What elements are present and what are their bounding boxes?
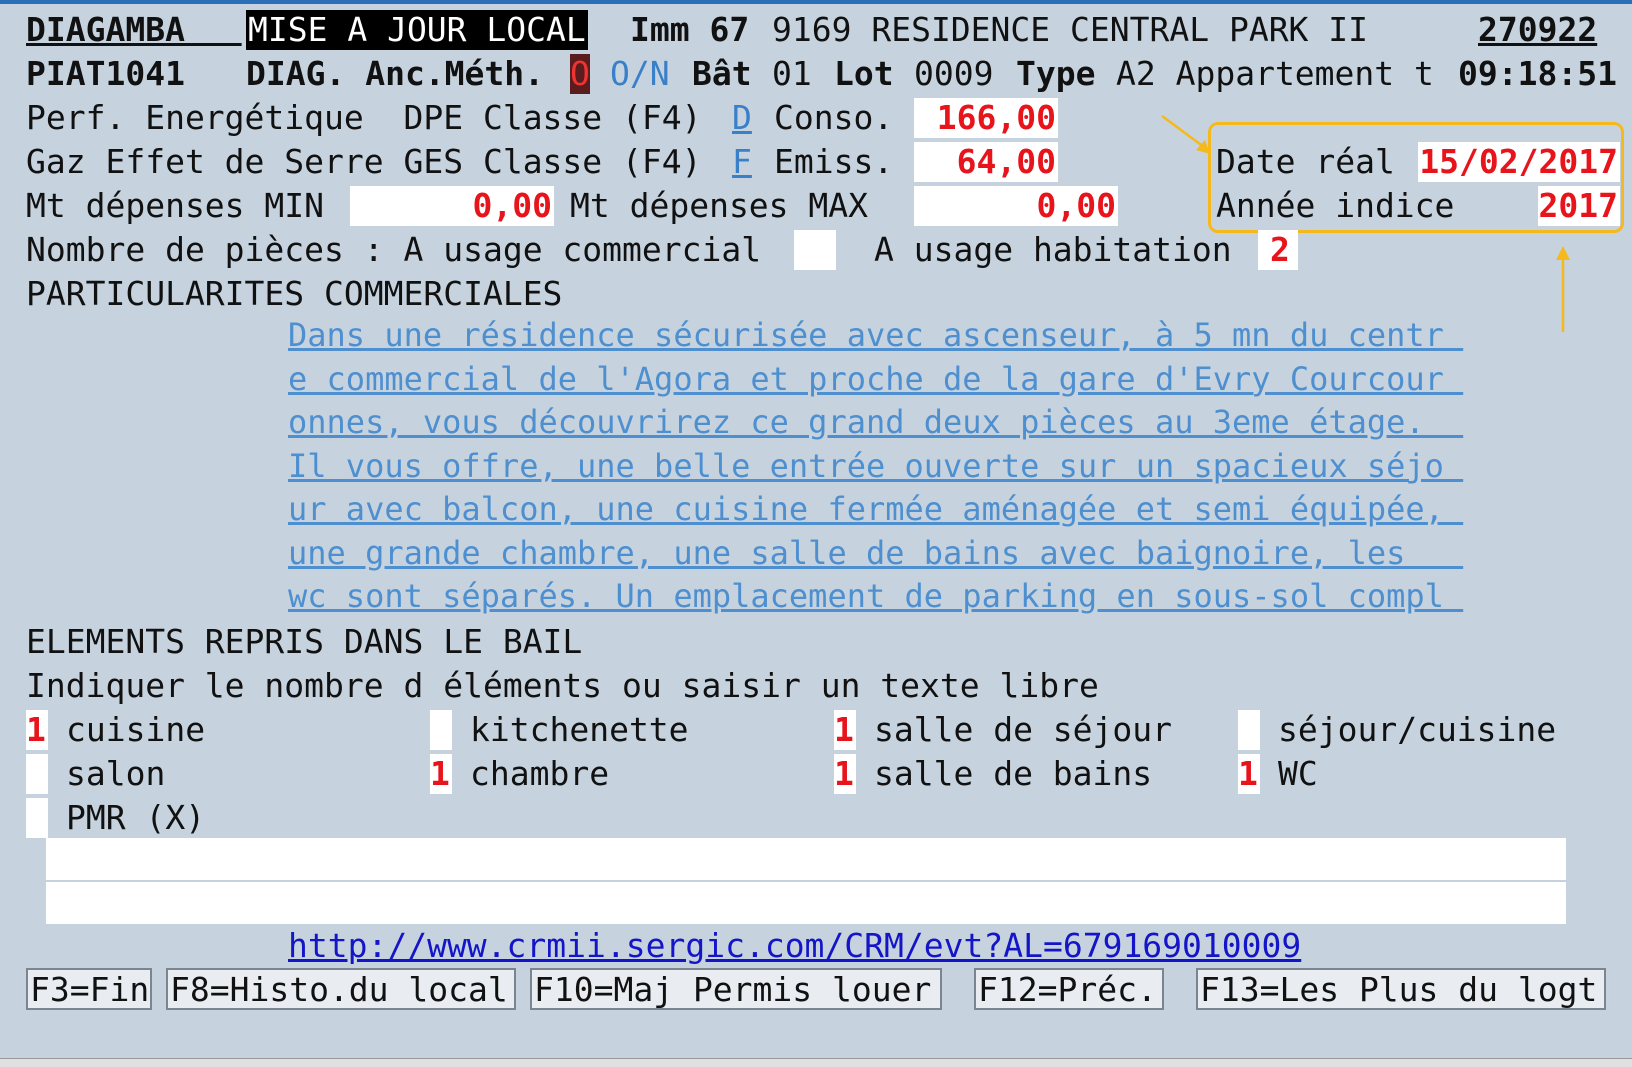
f8-history-button[interactable]: F8=Histo.du local bbox=[166, 968, 516, 1010]
diag-label: DIAG. Anc.Méth. bbox=[246, 54, 545, 93]
gaz-label: Gaz Effet de Serre GES Classe (F4) bbox=[26, 142, 702, 181]
perf-label: Perf. Energétique DPE Classe (F4) bbox=[26, 98, 702, 137]
text-line: Il vous offre, une belle entrée ouverte … bbox=[288, 446, 1464, 485]
program-underline bbox=[182, 10, 242, 50]
text-line: wc sont séparés. Un emplacement de parki… bbox=[288, 577, 1464, 615]
particularites-textarea[interactable]: Dans une résidence sécurisée avec ascens… bbox=[288, 314, 1524, 619]
type-value: A2 Appartement t bbox=[1116, 54, 1434, 93]
rooms-label: Nombre de pièces : A usage commercial bbox=[26, 230, 762, 269]
item-salle-bains-label: salle de bains bbox=[874, 754, 1153, 793]
qty-kitchenette-field[interactable] bbox=[430, 710, 452, 750]
f12-previous-button[interactable]: F12=Préc. bbox=[974, 968, 1164, 1010]
qty-cuisine-field[interactable]: 1 bbox=[26, 710, 48, 750]
text-line: onnes, vous découvrirez ce grand deux pi… bbox=[288, 403, 1464, 441]
lot-label: Lot bbox=[834, 54, 894, 93]
terminal-screen: { "header": { "program": "DIAGAMBA", "ti… bbox=[0, 0, 1632, 1067]
imm-value: 9169 RESIDENCE CENTRAL PARK II bbox=[772, 10, 1369, 49]
min-label: Mt dépenses MIN bbox=[26, 186, 325, 225]
item-wc-label: WC bbox=[1278, 754, 1318, 793]
bat-label: Bât bbox=[692, 54, 752, 93]
item-chambre-label: chambre bbox=[470, 754, 610, 793]
elements-heading: ELEMENTS REPRIS DANS LE BAIL bbox=[26, 622, 583, 661]
emiss-field[interactable]: 64,00 bbox=[914, 142, 1058, 182]
elements-instruction: Indiquer le nombre d éléments ou saisir … bbox=[26, 666, 1099, 705]
commercial-rooms-field[interactable] bbox=[794, 230, 836, 270]
text-line: ur avec balcon, une cuisine fermée aména… bbox=[288, 490, 1464, 528]
qty-sejour-cuisine-field[interactable] bbox=[1238, 710, 1260, 750]
habitation-label: A usage habitation bbox=[874, 230, 1232, 269]
diag-input[interactable]: O bbox=[570, 54, 590, 94]
header-code: 270922 bbox=[1478, 10, 1598, 49]
item-cuisine-label: cuisine bbox=[66, 710, 206, 749]
f3-exit-button[interactable]: F3=Fin bbox=[26, 968, 152, 1010]
item-salon-label: salon bbox=[66, 754, 166, 793]
conso-label: Conso. bbox=[774, 98, 894, 137]
text-line: Dans une résidence sécurisée avec ascens… bbox=[288, 316, 1464, 354]
qty-chambre-field[interactable]: 1 bbox=[430, 754, 452, 794]
date-real-label: Date réal bbox=[1216, 142, 1395, 181]
screen-id: PIAT1041 bbox=[26, 54, 185, 93]
annee-indice-field[interactable]: 2017 bbox=[1538, 186, 1620, 226]
f13-extras-button[interactable]: F13=Les Plus du logt bbox=[1196, 968, 1606, 1010]
bat-value: 01 bbox=[772, 54, 812, 93]
date-real-field[interactable]: 15/02/2017 bbox=[1418, 142, 1620, 182]
free-text-input-1[interactable] bbox=[46, 838, 1566, 881]
imm-label: Imm 67 bbox=[630, 10, 750, 49]
text-line: une grande chambre, une salle de bains a… bbox=[288, 533, 1464, 572]
item-kitchenette-label: kitchenette bbox=[470, 710, 689, 749]
free-text-input-2[interactable] bbox=[46, 882, 1566, 925]
particularites-heading: PARTICULARITES COMMERCIALES bbox=[26, 274, 563, 313]
habitation-rooms-field[interactable]: 2 bbox=[1258, 230, 1298, 270]
annee-indice-label: Année indice bbox=[1216, 186, 1455, 225]
callout-arrow-top-icon bbox=[1161, 114, 1210, 154]
max-label: Mt dépenses MAX bbox=[570, 186, 869, 225]
clock-time: 09:18:51 bbox=[1458, 54, 1617, 93]
dpe-class-field[interactable]: D bbox=[732, 98, 752, 138]
qty-salon-field[interactable] bbox=[26, 754, 48, 794]
lot-value: 0009 bbox=[914, 54, 994, 93]
item-pmr-label: PMR (X) bbox=[66, 798, 206, 837]
status-bar bbox=[0, 1058, 1632, 1067]
emiss-label: Emiss. bbox=[774, 142, 894, 181]
max-field[interactable]: 0,00 bbox=[914, 186, 1118, 226]
qty-salle-bains-field[interactable]: 1 bbox=[834, 754, 856, 794]
f10-permit-button[interactable]: F10=Maj Permis louer bbox=[530, 968, 942, 1010]
min-field[interactable]: 0,00 bbox=[350, 186, 554, 226]
text-line: e commercial de l'Agora et proche de la … bbox=[288, 359, 1464, 398]
conso-field[interactable]: 166,00 bbox=[914, 98, 1058, 138]
qty-wc-field[interactable]: 1 bbox=[1238, 754, 1260, 794]
qty-salle-sejour-field[interactable]: 1 bbox=[834, 710, 856, 750]
type-label: Type bbox=[1016, 54, 1096, 93]
item-salle-sejour-label: salle de séjour bbox=[874, 710, 1173, 749]
screen-title: MISE A JOUR LOCAL bbox=[246, 10, 588, 50]
callout-arrow-bottom-icon bbox=[1556, 246, 1570, 332]
crm-link[interactable]: http://www.crmii.sergic.com/CRM/evt?AL=6… bbox=[288, 926, 1301, 966]
item-sejour-cuisine-label: séjour/cuisine bbox=[1278, 710, 1557, 749]
program-name: DIAGAMBA bbox=[26, 10, 185, 49]
qty-pmr-field[interactable] bbox=[26, 798, 48, 838]
ges-class-field[interactable]: F bbox=[732, 142, 752, 182]
on-hint: O/N bbox=[610, 54, 670, 93]
